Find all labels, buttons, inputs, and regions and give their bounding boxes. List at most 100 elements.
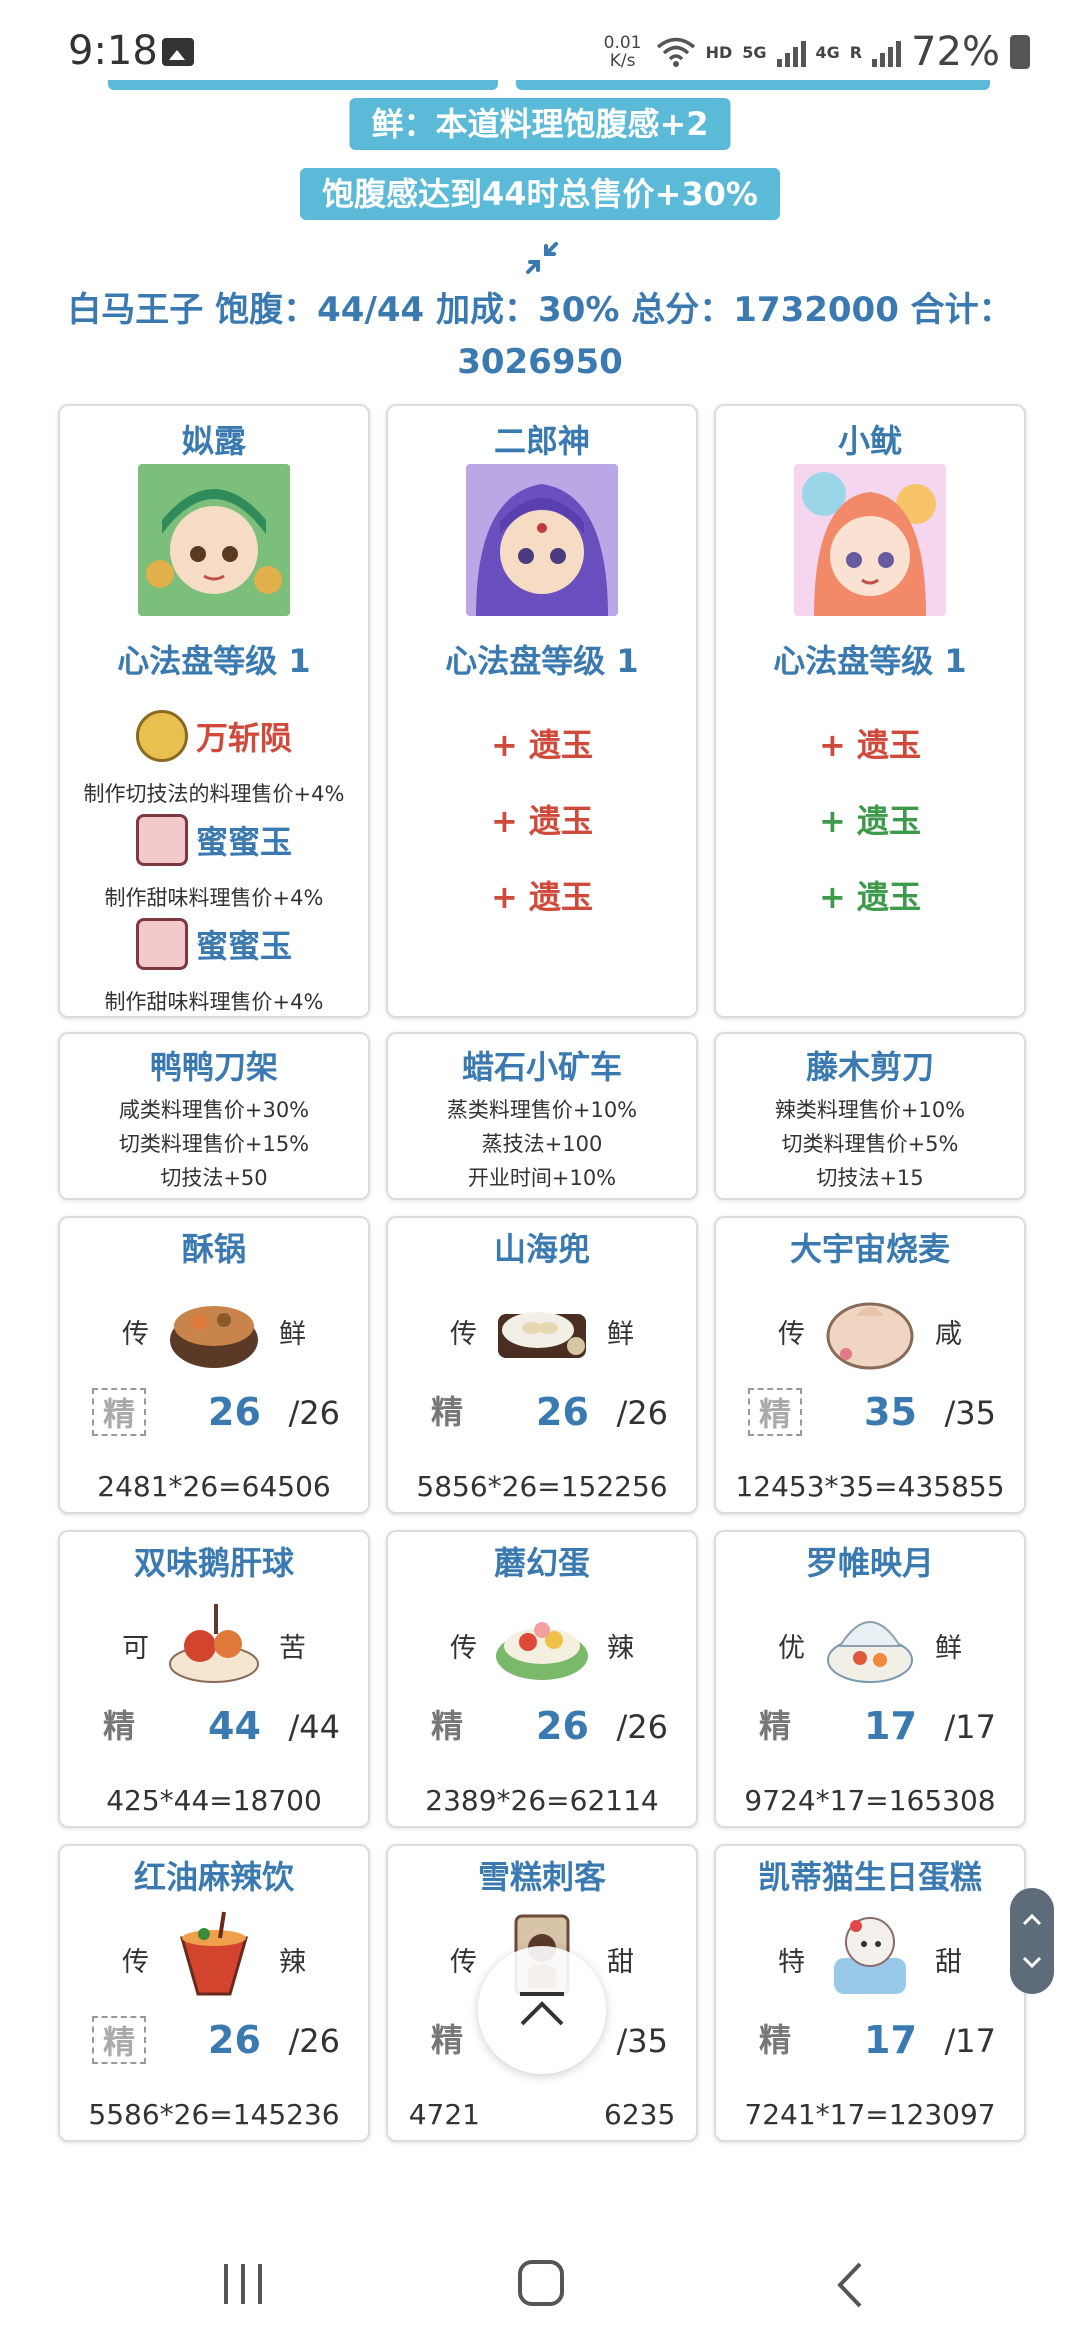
gallery-icon	[162, 38, 194, 66]
skill-row[interactable]: 万斩陨	[60, 710, 368, 762]
system-nav-bar	[0, 2220, 1080, 2340]
jade-slot[interactable]: + 遗玉	[388, 872, 696, 918]
quality-select[interactable]: 精	[420, 2016, 474, 2064]
collapse-icon[interactable]	[522, 238, 562, 278]
dish-name: 双味鹅肝球	[133, 1544, 294, 1582]
dish-max: /35	[944, 1394, 997, 1432]
dish-card[interactable]: 凯蒂猫生日蛋糕 特 甜 精 17 /17 7241*17=123097	[714, 1844, 1026, 2142]
jade-slot[interactable]: + 遗玉	[388, 720, 696, 766]
dish-count[interactable]: 26	[536, 1390, 589, 1434]
mind-disk-level: 心法盘等级 1	[117, 642, 311, 680]
quality-select[interactable]: 精	[748, 1702, 802, 1750]
dish-flavor: 辣	[279, 1947, 306, 1978]
dish-name: 雪糕刺客	[477, 1858, 606, 1896]
chef-avatar[interactable]	[466, 464, 618, 616]
dish-card[interactable]: 酥锅 传 鲜 精 26 /26 2481*26=64506	[58, 1216, 370, 1514]
scroll-down-icon[interactable]	[1020, 1950, 1044, 1974]
home-icon[interactable]	[518, 2260, 564, 2306]
dish-count[interactable]: 17	[864, 1704, 917, 1748]
chevron-up-icon	[520, 1992, 564, 2026]
dish-image	[827, 1621, 913, 1683]
recents-icon[interactable]	[220, 2260, 266, 2308]
quality-select[interactable]: 精	[92, 2016, 146, 2064]
quality-select[interactable]: 精	[92, 1702, 146, 1750]
equip-effect: 咸类料理售价+30%	[118, 1098, 310, 1122]
quality-select[interactable]: 精	[92, 1388, 146, 1436]
scroll-up-icon[interactable]	[1020, 1908, 1044, 1932]
mind-disk-level: 心法盘等级 1	[445, 642, 639, 680]
dish-calc: 12453*35=435855	[735, 1470, 1005, 1503]
chef-avatar[interactable]	[794, 464, 946, 616]
equip-card[interactable]: 鸭鸭刀架 咸类料理售价+30% 切类料理售价+15% 切技法+50	[58, 1032, 370, 1200]
dish-card[interactable]: 罗帷映月 优 鲜 精 17 /17 9724*17=165308	[714, 1530, 1026, 1828]
dish-rarity: 传	[450, 1319, 477, 1350]
skill-row[interactable]: 蜜蜜玉	[60, 918, 368, 970]
quality-select[interactable]: 精	[748, 1388, 802, 1436]
equip-card[interactable]: 藤木剪刀 辣类料理售价+10% 切类料理售价+5% 切技法+15	[714, 1032, 1026, 1200]
dish-count[interactable]: 17	[864, 2018, 917, 2062]
quality-select[interactable]: 精	[420, 1388, 474, 1436]
back-to-top-button[interactable]	[478, 1946, 606, 2074]
dish-calc: 5856*26=152256	[416, 1470, 668, 1503]
chef-card: 姒露 心法盘等级 1 万斩陨 制作切技法的料理售价+4% 蜜蜜玉 制作甜味料理售…	[58, 404, 370, 1018]
equip-card[interactable]: 蜡石小矿车 蒸类料理售价+10% 蒸技法+100 开业时间+10%	[386, 1032, 698, 1200]
signal-icon	[776, 37, 806, 67]
dish-count[interactable]: 26	[208, 1390, 261, 1434]
dish-count[interactable]: 26	[536, 1704, 589, 1748]
dish-rarity: 特	[778, 1947, 805, 1978]
scroll-control[interactable]	[1010, 1888, 1054, 1994]
dish-calc: 2389*26=62114	[425, 1784, 659, 1817]
dish-rarity: 传	[450, 1633, 477, 1664]
dish-count[interactable]: 44	[208, 1704, 261, 1748]
dish-max: /17	[944, 2022, 997, 2060]
dish-card[interactable]: 蘑幻蛋 传 辣 精 26 /26 2389*26=62114	[386, 1530, 698, 1828]
dish-card[interactable]: 红油麻辣饮 传 辣 精 26 /26 5586*26=145236	[58, 1844, 370, 2142]
dish-image	[834, 1917, 906, 1994]
score-summary-line2: 3026950	[457, 342, 623, 382]
dish-image	[170, 1306, 258, 1368]
score-summary-line1: 白马王子 饱腹：44/44 加成：30% 总分：1732000 合计：	[67, 290, 1013, 330]
dish-image	[496, 1622, 588, 1680]
jade-slot[interactable]: + 遗玉	[388, 796, 696, 842]
quality-select[interactable]: 精	[748, 2016, 802, 2064]
equip-name: 藤木剪刀	[805, 1048, 934, 1086]
heart-jade-icon	[135, 918, 188, 970]
skill-name: 蜜蜜玉	[195, 927, 292, 965]
tab-strip-left[interactable]	[108, 80, 498, 90]
jade-slot[interactable]: + 遗玉	[716, 872, 1024, 918]
dish-max: /44	[288, 1708, 341, 1746]
dish-card[interactable]: 山海兜 传 鲜 精 26 /26 5856*26=152256	[386, 1216, 698, 1514]
dish-calc: 7241*17=123097	[744, 2098, 996, 2131]
dish-name: 罗帷映月	[805, 1544, 934, 1582]
net-speed: 0.01 K/s	[600, 34, 646, 70]
back-icon[interactable]	[830, 2260, 870, 2310]
skill-desc: 制作切技法的料理售价+4%	[83, 782, 345, 806]
skill-desc: 制作甜味料理售价+4%	[104, 886, 324, 910]
chef-card: 二郎神 心法盘等级 1 + 遗玉 + 遗玉 + 遗玉	[386, 404, 698, 1018]
dish-flavor: 甜	[607, 1947, 634, 1978]
tab-strip-right[interactable]	[516, 80, 990, 90]
dish-flavor: 苦	[279, 1633, 306, 1664]
dish-flavor: 甜	[935, 1947, 962, 1978]
dish-count[interactable]: 35	[864, 1390, 917, 1434]
jade-slot[interactable]: + 遗玉	[716, 796, 1024, 842]
equip-effect: 切类料理售价+5%	[781, 1132, 959, 1156]
dish-name: 酥锅	[181, 1230, 246, 1268]
dish-card[interactable]: 大宇宙烧麦 传 咸 精 35 /35 12453*35=435855	[714, 1216, 1026, 1514]
hd-label: HD	[705, 42, 733, 62]
dish-max: /26	[616, 1708, 669, 1746]
dish-count[interactable]: 26	[208, 2018, 261, 2062]
chef-avatar[interactable]	[138, 464, 290, 616]
chef-card: 小鱿 心法盘等级 1 + 遗玉 + 遗玉 + 遗玉	[714, 404, 1026, 1018]
signal-icon-2	[872, 37, 902, 67]
dish-calc: 425*44=18700	[106, 1784, 322, 1817]
skill-row[interactable]: 蜜蜜玉	[60, 814, 368, 866]
jade-slot[interactable]: + 遗玉	[716, 720, 1024, 766]
equip-name: 鸭鸭刀架	[149, 1048, 278, 1086]
equip-name: 蜡石小矿车	[461, 1048, 622, 1086]
dish-flavor: 鲜	[279, 1319, 306, 1350]
dish-image	[180, 1911, 248, 1996]
dish-card[interactable]: 双味鹅肝球 可 苦 精 44 /44 425*44=18700	[58, 1530, 370, 1828]
dish-name: 凯蒂猫生日蛋糕	[757, 1858, 982, 1896]
quality-select[interactable]: 精	[420, 1702, 474, 1750]
